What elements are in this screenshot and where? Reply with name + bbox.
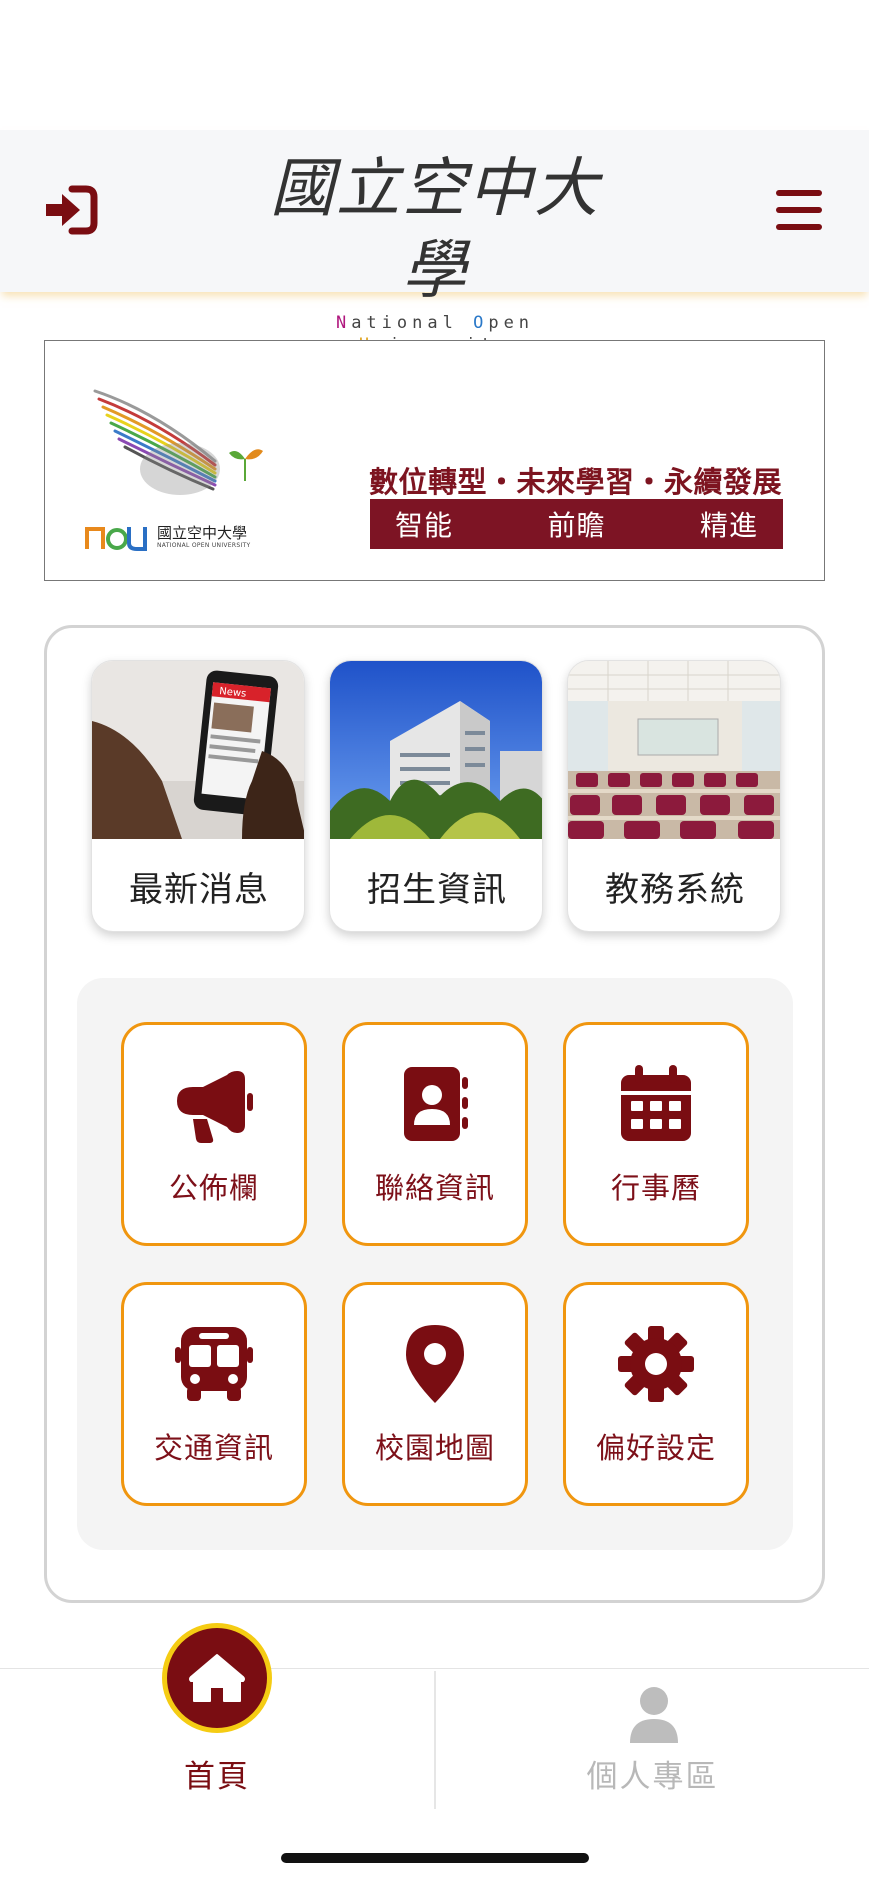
banner-keyword-bar: 智能 前瞻 精進 xyxy=(370,499,783,549)
preferences-button[interactable]: 偏好設定 xyxy=(563,1282,749,1506)
app-header: 國立空中大學 National Open University xyxy=(0,130,869,355)
transportation-info-button[interactable]: 交通資訊 xyxy=(121,1282,307,1506)
banner-keyword: 精進 xyxy=(699,509,758,542)
map-pin-icon xyxy=(406,1325,464,1403)
calendar-button[interactable]: 行事曆 xyxy=(563,1022,749,1246)
tab-home-label: 首頁 xyxy=(184,1759,250,1795)
tile-label: 招生資訊 xyxy=(367,869,507,910)
calendar-icon xyxy=(621,1065,691,1141)
tile-latest-news[interactable]: News 最新消息 xyxy=(91,660,305,932)
grid-label: 交通資訊 xyxy=(153,1431,274,1465)
banner-mark-english: NATIONAL OPEN UNIVERSITY xyxy=(157,542,251,549)
address-book-icon xyxy=(404,1067,468,1141)
gear-icon xyxy=(618,1326,694,1402)
campus-map-button[interactable]: 校園地圖 xyxy=(342,1282,528,1506)
promo-banner[interactable]: 國立空中大學 NATIONAL OPEN UNIVERSITY 數位轉型・未來學… xyxy=(44,340,825,581)
main-menu-card: News 最新消息 招生資訊 教務系統 公佈欄 聯絡資訊 行事曆 交通資訊 校園… xyxy=(44,625,825,1603)
colorful-wing-graphic xyxy=(93,389,263,495)
grid-label: 公佈欄 xyxy=(168,1171,259,1205)
university-logo[interactable]: 國立空中大學 National Open University xyxy=(260,148,610,355)
home-tab-circle[interactable] xyxy=(162,1623,272,1733)
grid-label: 偏好設定 xyxy=(595,1431,716,1465)
menu-button[interactable] xyxy=(769,180,829,240)
banner-logo-mark: 國立空中大學 NATIONAL OPEN UNIVERSITY xyxy=(85,523,250,551)
tile-academic-system[interactable]: 教務系統 xyxy=(567,660,781,932)
home-indicator xyxy=(281,1853,589,1863)
tile-label: 最新消息 xyxy=(129,869,269,910)
banner-mark-chinese: 國立空中大學 xyxy=(157,524,248,542)
banner-keyword: 前瞻 xyxy=(547,509,606,542)
tab-home[interactable]: 首頁 xyxy=(0,1623,434,1819)
tile-admissions-info[interactable]: 招生資訊 xyxy=(329,660,543,932)
grid-label: 校園地圖 xyxy=(374,1431,495,1465)
campus-building-photo xyxy=(330,661,542,839)
contact-info-button[interactable]: 聯絡資訊 xyxy=(342,1022,528,1246)
login-button[interactable] xyxy=(40,180,100,240)
banner-slogan: 數位轉型・未來學習・永續發展 xyxy=(369,465,783,499)
sign-in-icon xyxy=(46,185,98,235)
app-screen: 國立空中大學 National Open University xyxy=(0,0,869,1884)
home-icon xyxy=(189,1654,245,1702)
nou-logo-icon xyxy=(85,527,147,551)
logo-chinese-name: 國立空中大學 xyxy=(270,152,600,308)
tab-personal-area-label: 個人專區 xyxy=(586,1759,719,1795)
user-icon xyxy=(630,1687,678,1743)
classroom-photo xyxy=(568,661,780,839)
tile-label: 教務系統 xyxy=(605,869,745,910)
megaphone-icon xyxy=(177,1071,253,1143)
quick-links-panel: 公佈欄 聯絡資訊 行事曆 交通資訊 校園地圖 偏好設定 xyxy=(77,978,793,1550)
hamburger-menu-icon xyxy=(776,190,822,230)
grid-label: 行事曆 xyxy=(610,1171,701,1205)
bulletin-board-button[interactable]: 公佈欄 xyxy=(121,1022,307,1246)
grid-label: 聯絡資訊 xyxy=(374,1171,495,1205)
bus-icon xyxy=(175,1327,253,1401)
banner-keyword: 智能 xyxy=(395,509,454,542)
news-phone-photo: News xyxy=(92,661,304,839)
tab-personal-area[interactable]: 個人專區 xyxy=(436,1669,869,1819)
bottom-tab-bar: 首頁 個人專區 xyxy=(0,1623,869,1884)
